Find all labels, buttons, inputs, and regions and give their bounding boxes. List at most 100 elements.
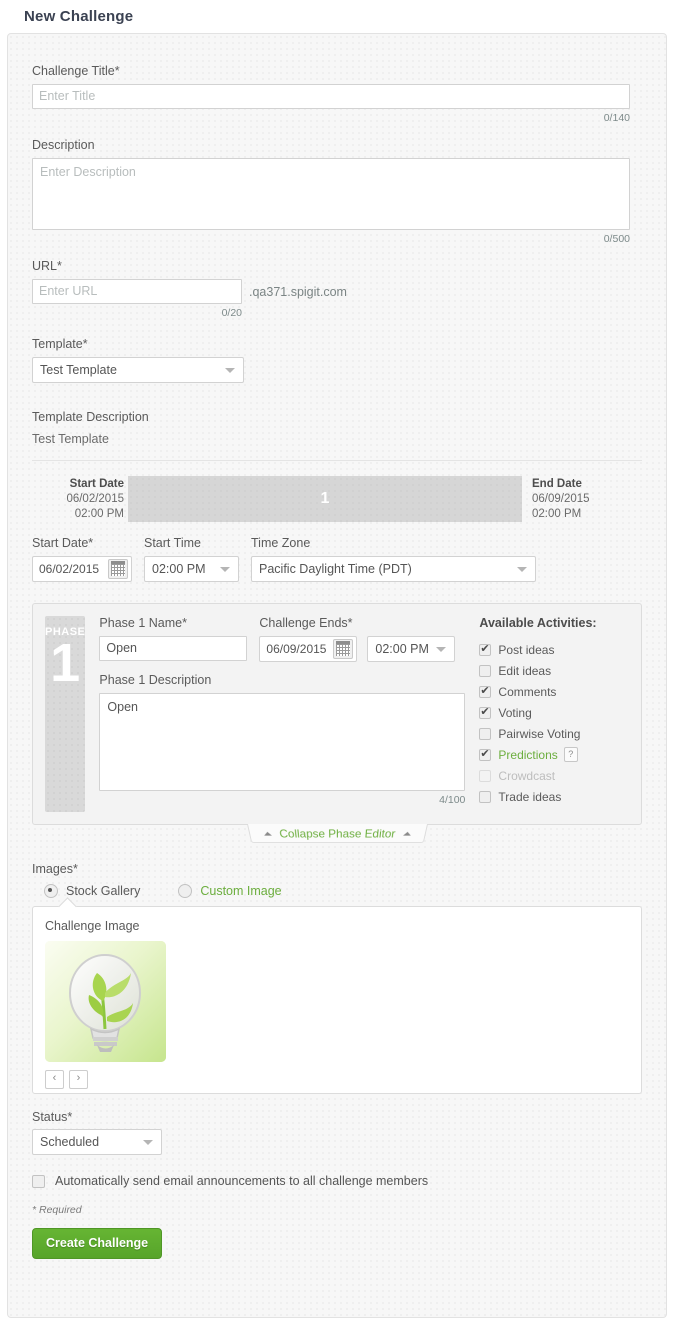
phase-description-counter: 4/100	[439, 794, 466, 806]
timeline-end-time: 02:00 PM	[532, 508, 582, 520]
stock-gallery-panel: Challenge Image ‹ ›	[32, 906, 642, 1094]
status-value: Scheduled	[40, 1135, 100, 1149]
phase-description-field: Phase 1 Description Open 4/100	[99, 673, 466, 806]
activity-checkbox[interactable]	[479, 790, 492, 803]
description-field: Description Enter Description 0/500	[32, 138, 642, 245]
gallery-prev-button[interactable]: ‹	[45, 1070, 64, 1089]
email-announcement-checkbox[interactable]	[32, 1174, 45, 1188]
phase-name-field: Phase 1 Name* Open	[99, 616, 248, 662]
activity-label: Edit ideas	[498, 663, 552, 678]
activity-checkbox[interactable]	[479, 684, 492, 698]
help-icon[interactable]: ?	[563, 747, 578, 762]
activity-label: Voting	[498, 705, 532, 720]
template-description-block: Template Description Test Template	[32, 410, 642, 446]
template-description-label: Template Description	[32, 410, 149, 424]
timeline-phase-bar-label: 1	[320, 490, 330, 507]
timeline-start-time: 02:00 PM	[74, 508, 124, 520]
challenge-image-thumbnail[interactable]	[45, 941, 166, 1062]
url-field: URL* Enter URL .qa371.spigit.com 0/20	[32, 259, 642, 319]
gallery-next-button[interactable]: ›	[69, 1070, 88, 1089]
status-select[interactable]: Scheduled	[32, 1129, 162, 1155]
activity-checkbox[interactable]	[479, 664, 492, 677]
timeline-start-date: 06/02/2015	[66, 493, 124, 505]
template-description-value: Test Template	[32, 432, 109, 446]
activity-row[interactable]: Post ideas	[479, 639, 631, 660]
new-challenge-page: New Challenge Challenge Title* Enter Tit…	[0, 0, 674, 1325]
activity-row[interactable]: Pairwise Voting	[479, 723, 631, 744]
gallery-nav: ‹ ›	[45, 1070, 629, 1089]
activity-checkbox[interactable]	[479, 642, 492, 656]
activity-checkbox[interactable]	[479, 705, 492, 719]
phase-badge-number: 1	[50, 633, 81, 693]
collapse-phase-editor-wrap: Collapse Phase Editor	[32, 824, 642, 844]
phase-badge: PHASE 1	[45, 616, 86, 812]
calendar-icon[interactable]	[108, 559, 128, 579]
description-textarea[interactable]: Enter Description	[32, 158, 630, 230]
phase-description-textarea[interactable]: Open	[99, 693, 466, 791]
activity-row[interactable]: Predictions?	[479, 744, 631, 765]
divider	[32, 460, 642, 461]
timeline-end-label: End Date	[532, 478, 582, 490]
template-select-value: Test Template	[40, 363, 117, 377]
challenge-ends-date-input[interactable]: 06/09/2015	[259, 636, 358, 662]
timeline-end: End Date 06/09/2015 02:00 PM	[526, 476, 642, 522]
url-label: URL*	[32, 259, 62, 273]
collapse-phase-editor-label: Collapse Phase Editor	[277, 826, 396, 840]
template-select[interactable]: Test Template	[32, 357, 244, 383]
radio-stock-gallery[interactable]	[44, 884, 58, 898]
required-note: * Required	[32, 1204, 82, 1216]
activity-row[interactable]: Trade ideas	[479, 786, 631, 807]
challenge-title-label: Challenge Title*	[32, 64, 120, 78]
calendar-icon[interactable]	[333, 639, 354, 659]
phase-description-label: Phase 1 Description	[99, 673, 212, 687]
page-title: New Challenge	[24, 8, 134, 25]
activities-list: Post ideas Edit ideas Comments Voting Pairwi…	[479, 639, 631, 807]
email-announcement-row[interactable]: Automatically send email announcements t…	[32, 1174, 642, 1188]
challenge-image-caption: Challenge Image	[45, 919, 140, 933]
challenge-ends-time-select[interactable]: 02:00 PM	[367, 636, 456, 662]
activity-label: Pairwise Voting	[498, 726, 581, 741]
time-zone-select[interactable]: Pacific Daylight Time (PDT)	[251, 556, 536, 582]
start-date-value: 06/02/2015	[39, 562, 100, 576]
url-suffix: .qa371.spigit.com	[249, 284, 347, 299]
lightbulb-leaf-icon	[45, 941, 166, 1062]
start-time-select[interactable]: 02:00 PM	[144, 556, 239, 582]
chevron-up-icon	[402, 831, 411, 836]
timeline-phase-bar[interactable]: 1	[128, 476, 522, 522]
url-input[interactable]: Enter URL	[32, 279, 242, 304]
chevron-down-icon	[436, 647, 447, 652]
available-activities-title: Available Activities:	[479, 616, 597, 630]
create-challenge-button[interactable]: Create Challenge	[32, 1228, 163, 1259]
status-label: Status*	[32, 1110, 73, 1124]
images-label: Images*	[32, 862, 78, 876]
time-zone-value: Pacific Daylight Time (PDT)	[259, 562, 412, 576]
activity-checkbox[interactable]	[479, 727, 492, 740]
schedule-row: Start Date* 06/02/2015 Start Time 02:00 …	[32, 536, 642, 587]
challenge-title-counter: 0/140	[603, 112, 630, 124]
radio-custom-image[interactable]	[178, 884, 193, 898]
activity-row[interactable]: Edit ideas	[479, 660, 631, 681]
activity-row: Crowdcast	[479, 765, 631, 786]
challenge-title-field: Challenge Title* Enter Title 0/140	[32, 64, 642, 124]
chevron-down-icon	[220, 567, 230, 572]
radio-custom-image-label[interactable]: Custom Image	[200, 884, 281, 898]
activity-row[interactable]: Comments	[479, 681, 631, 702]
activity-row[interactable]: Voting	[479, 702, 631, 723]
timeline-start: Start Date 06/02/2015 02:00 PM	[32, 476, 124, 522]
radio-stock-gallery-label[interactable]: Stock Gallery	[66, 884, 140, 898]
activity-checkbox[interactable]	[479, 747, 492, 761]
activity-label: Predictions	[498, 747, 558, 762]
start-date-field: Start Date* 06/02/2015	[32, 536, 132, 587]
activity-label: Trade ideas	[498, 789, 562, 804]
challenge-title-input[interactable]: Enter Title	[32, 84, 630, 109]
activity-label: Post ideas	[498, 642, 555, 657]
collapse-phase-editor-button[interactable]: Collapse Phase Editor	[246, 824, 428, 844]
timeline: Start Date 06/02/2015 02:00 PM 1 End Dat…	[32, 476, 642, 522]
start-date-input[interactable]: 06/02/2015	[32, 556, 132, 582]
email-announcement-label: Automatically send email announcements t…	[55, 1174, 429, 1188]
description-counter: 0/500	[603, 233, 630, 245]
template-field: Template* Test Template	[32, 337, 642, 388]
available-activities: Available Activities: Post ideas Edit ide…	[465, 616, 631, 812]
phase-name-input[interactable]: Open	[99, 636, 248, 661]
start-date-label: Start Date*	[32, 536, 94, 550]
